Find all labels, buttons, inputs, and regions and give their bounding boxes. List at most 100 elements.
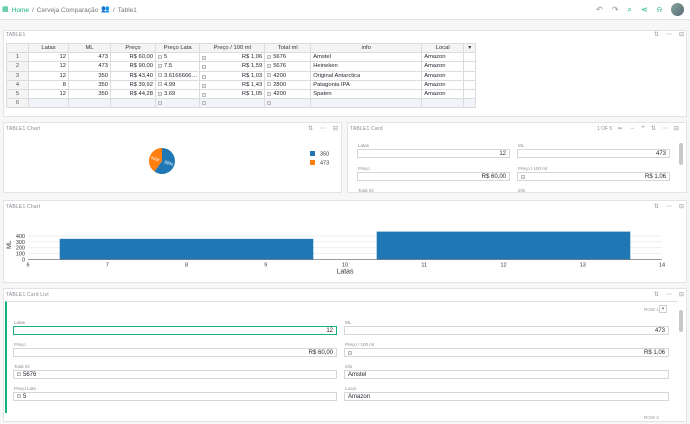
list-total-field[interactable]: 5676	[13, 370, 337, 379]
col-header-local[interactable]: Local	[421, 42, 465, 54]
cell[interactable]: R$ 60,00	[110, 52, 156, 63]
widget-icon[interactable]: ▦	[2, 4, 9, 16]
cell[interactable]: 8	[28, 79, 69, 90]
sort-filter-icon[interactable]: ⇅	[654, 291, 659, 298]
cell[interactable]: 350	[68, 88, 111, 100]
table-row[interactable]: 2 12 473 R$ 90,00 7.5 R$ 1,59 5676 Heine…	[6, 61, 477, 72]
table-row[interactable]: 5 12 350 R$ 44,28 3.69 R$ 1,05 4200 Spat…	[6, 88, 477, 100]
cell[interactable]	[28, 98, 69, 109]
add-column-button[interactable]: ▾	[463, 42, 477, 54]
cell[interactable]: 12	[28, 61, 69, 72]
cell[interactable]: 3.69	[154, 88, 201, 100]
cell[interactable]: Amazon	[421, 88, 465, 100]
cell[interactable]: R$ 43,40	[110, 70, 156, 81]
table-row[interactable]: 4 8 350 R$ 39,92 4.99 R$ 1,43 2800 Patag…	[6, 79, 477, 90]
more-icon[interactable]: ⋯	[666, 203, 672, 210]
cell[interactable]: R$ 1,06	[199, 52, 266, 63]
new-row[interactable]: 6	[6, 98, 477, 109]
cell[interactable]: Heineken	[310, 61, 423, 72]
more-icon[interactable]: ⋯	[666, 291, 672, 298]
table-row[interactable]: 3 12 350 R$ 43,40 3.6166666… R$ 1,03 420…	[6, 70, 477, 81]
cell[interactable]: 4200	[264, 70, 312, 81]
row-number[interactable]: 4	[6, 79, 29, 90]
cell[interactable]: 4200	[264, 88, 312, 100]
bell-icon[interactable]: ⍾	[657, 4, 662, 16]
cell[interactable]	[310, 98, 423, 109]
cell[interactable]: 350	[68, 70, 111, 81]
row-menu-button[interactable]: ▾	[659, 305, 667, 313]
col-header-preco-lata[interactable]: Preço Lata	[154, 42, 201, 54]
cell[interactable]: R$ 1,05	[199, 88, 266, 100]
corner-cell[interactable]	[6, 42, 29, 54]
cell[interactable]: Amazon	[421, 70, 465, 81]
row-number[interactable]: 3	[6, 70, 29, 81]
avatar[interactable]	[671, 3, 684, 16]
cell[interactable]: Amazon	[421, 61, 465, 72]
sort-filter-icon[interactable]: ⇅	[654, 31, 659, 38]
first-record-icon[interactable]: ⇤	[618, 125, 623, 132]
cell[interactable]: 350	[68, 79, 111, 90]
cell[interactable]: R$ 1,03	[199, 70, 266, 81]
cell[interactable]	[68, 98, 111, 109]
card-scrollbar[interactable]	[679, 143, 683, 165]
col-header-preco[interactable]: Preço	[110, 42, 156, 54]
cell[interactable]	[421, 98, 465, 109]
cell[interactable]: Amstel	[310, 52, 423, 63]
more-icon[interactable]: ⋯	[320, 125, 326, 132]
users-icon[interactable]: 👥	[101, 4, 110, 16]
cell[interactable]: 2800	[264, 79, 312, 90]
cell[interactable]: 7.5	[154, 61, 201, 72]
row-number[interactable]: 6	[6, 98, 29, 109]
cell[interactable]: 4.99	[154, 79, 201, 90]
cell[interactable]: R$ 44,28	[110, 88, 156, 100]
cell[interactable]	[199, 98, 266, 109]
breadcrumb-page[interactable]: Table1	[118, 7, 137, 14]
card-ml-field[interactable]: 473	[517, 149, 670, 158]
cell[interactable]: Original Antarctica	[310, 70, 423, 81]
more-icon[interactable]: ⋯	[662, 125, 668, 132]
cell[interactable]: 5676	[264, 52, 312, 63]
breadcrumb-home[interactable]: Home	[12, 7, 29, 14]
cell[interactable]: 473	[68, 61, 111, 72]
card-preco100-field[interactable]: R$ 1,06	[517, 172, 670, 181]
cell[interactable]: 12	[28, 52, 69, 63]
list-latas-field[interactable]: 12	[13, 326, 337, 335]
sort-filter-icon[interactable]: ⇅	[654, 203, 659, 210]
list-ml-field[interactable]: 473	[344, 326, 669, 335]
next-record-icon[interactable]: →	[629, 125, 635, 132]
list-local-field[interactable]: Amazon	[344, 392, 669, 401]
col-header-latas[interactable]: Latas	[28, 42, 69, 54]
list-preco-lata-field[interactable]: 5	[13, 392, 337, 401]
card-list-scrollbar[interactable]	[679, 310, 683, 332]
col-header-total[interactable]: Total ml	[264, 42, 312, 54]
cell[interactable]: Amazon	[421, 52, 465, 63]
cell[interactable]: 5676	[264, 61, 312, 72]
cell[interactable]: 12	[28, 70, 69, 81]
card-preco-field[interactable]: R$ 60,00	[357, 172, 510, 181]
col-header-preco100[interactable]: Preço / 100 ml	[199, 42, 266, 54]
collapse-icon[interactable]: ⊟	[679, 291, 684, 298]
undo-icon[interactable]: ↶	[596, 4, 603, 16]
collapse-icon[interactable]: ⊟	[679, 203, 684, 210]
collapse-icon[interactable]: ⊟	[333, 125, 338, 132]
list-preco100-field[interactable]: R$ 1,06	[344, 348, 669, 357]
more-icon[interactable]: ⋯	[666, 31, 672, 38]
col-header-ml[interactable]: ML	[68, 42, 111, 54]
add-record-icon[interactable]: +	[641, 125, 645, 132]
sort-filter-icon[interactable]: ⇅	[308, 125, 313, 132]
cell[interactable]	[154, 98, 201, 109]
sort-filter-icon[interactable]: ⇅	[651, 125, 656, 132]
cell[interactable]: R$ 1,43	[199, 79, 266, 90]
card-latas-field[interactable]: 12	[357, 149, 510, 158]
cell[interactable]: 5	[154, 52, 201, 63]
cell[interactable]: R$ 39,92	[110, 79, 156, 90]
cell[interactable]: 473	[68, 52, 111, 63]
row-number[interactable]: 2	[6, 61, 29, 72]
collapse-icon[interactable]: ⊟	[679, 31, 684, 38]
cell[interactable]: 12	[28, 88, 69, 100]
col-header-info[interactable]: info	[310, 42, 423, 54]
cell[interactable]: R$ 1,59	[199, 61, 266, 72]
cell[interactable]: R$ 90,00	[110, 61, 156, 72]
redo-icon[interactable]: ↷	[612, 4, 619, 16]
cell[interactable]: Spaten	[310, 88, 423, 100]
